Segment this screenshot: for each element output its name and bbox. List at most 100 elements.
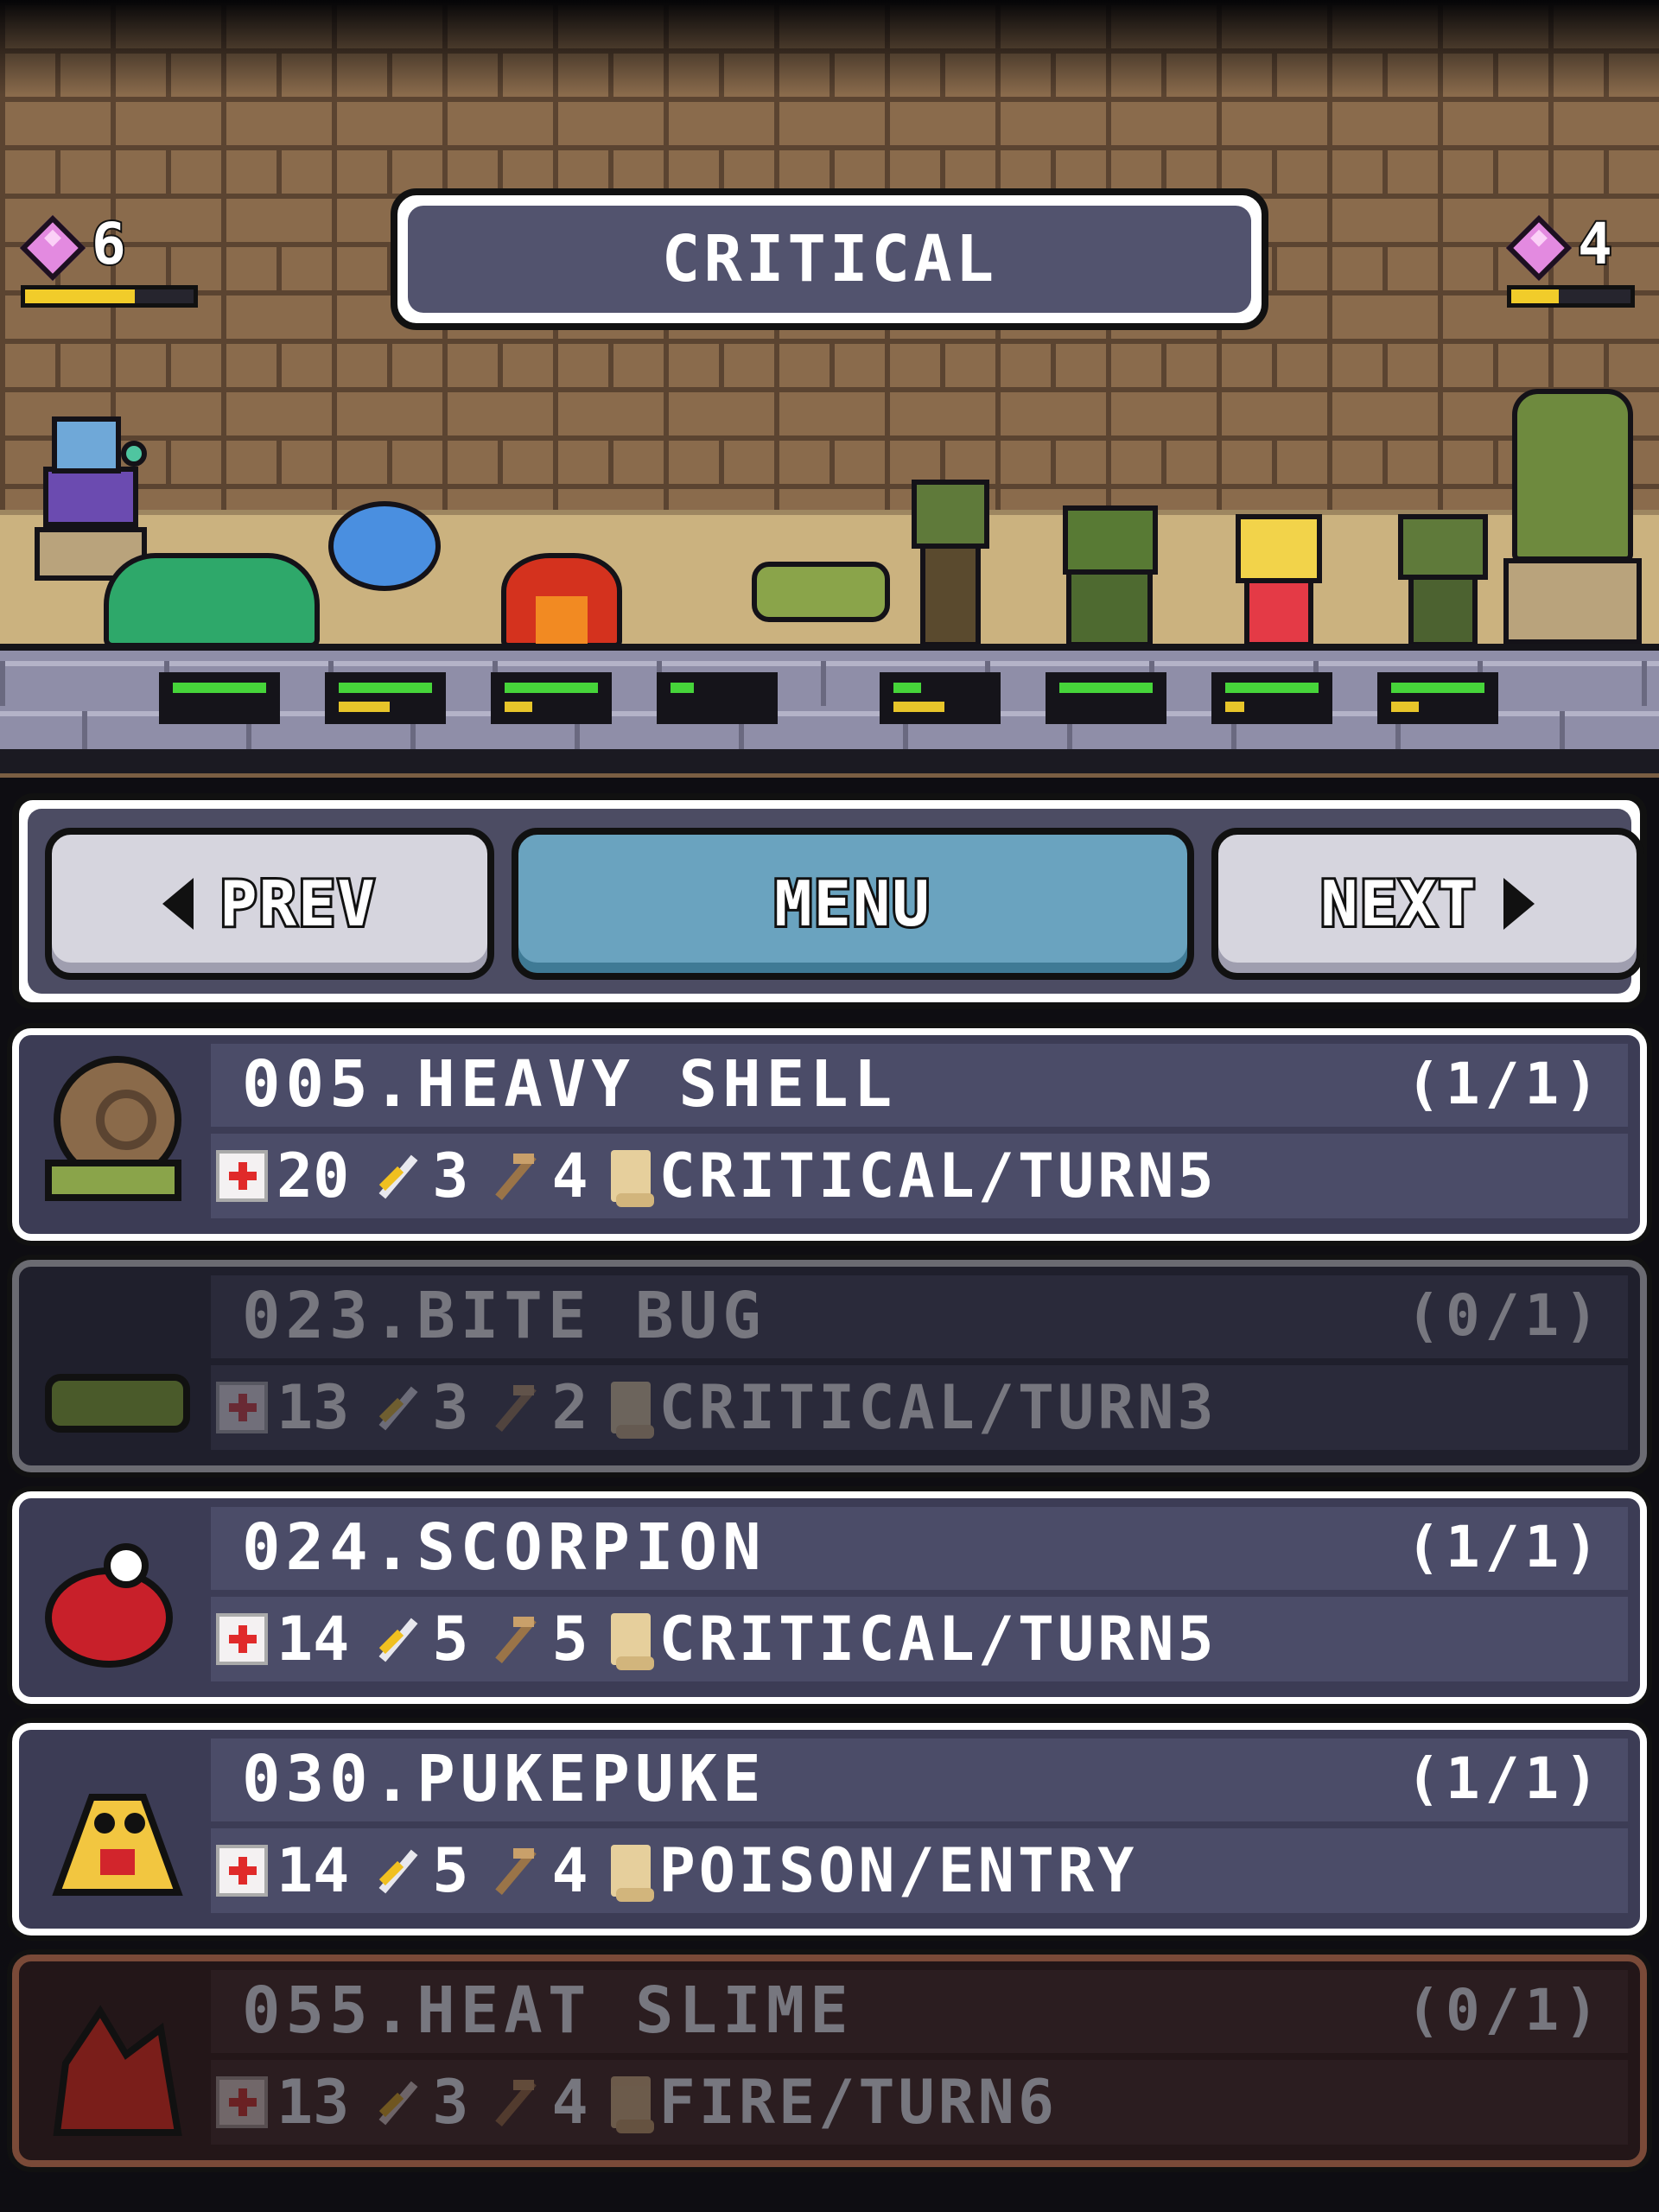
enemy-gem-counter: 4 [1505,209,1654,311]
hp-fill [173,683,266,693]
speed-value: 4 [551,1835,588,1906]
bite-bug-monster [752,527,890,622]
hp-fill [1059,683,1153,693]
fire-slime-monster [501,544,622,648]
monster-hp-bar [325,672,446,724]
speed-value: 4 [551,1141,588,1211]
energy-fill [893,702,945,712]
enemy-gem-bar [1507,285,1635,308]
navigation-panel: PREV MENU NEXT [12,793,1647,1009]
enemy-hp-bar [1377,672,1498,724]
monster-entry-bite-bug[interactable]: 023.BITE BUG (0/1) 13 3 2 CRITICAL/TURN3 [12,1260,1647,1472]
skill-text: CRITICAL/TURN5 [658,1604,1217,1675]
owned-count: (1/1) [1406,1514,1604,1580]
hp-value: 13 [276,1372,350,1443]
goblin-grunt-monster [1391,514,1495,648]
health-cross-icon [216,1150,268,1202]
next-button[interactable]: NEXT [1211,828,1643,980]
speed-value: 4 [551,2067,588,2138]
menu-label: MENU [772,865,931,943]
sword-icon [372,1845,423,1897]
health-cross-icon [216,2076,268,2128]
speed-value: 5 [551,1604,588,1675]
energy-fill [1225,702,1244,712]
owned-count: (0/1) [1406,1282,1604,1349]
monster-entry-pukepuke[interactable]: 030.PUKEPUKE (1/1) 14 5 4 POISON/ENTRY [12,1723,1647,1936]
monster-entry-scorpion[interactable]: 024.SCORPION (1/1) 14 5 5 CRITICAL/TURN5 [12,1491,1647,1704]
enemy-hp-bar [1046,672,1166,724]
monster-name: 055.HEAT SLIME [242,1974,854,2048]
scroll-icon [610,1150,654,1207]
hp-value: 14 [276,1604,350,1675]
gem-icon [1505,214,1573,282]
energy-fill [1391,702,1420,712]
green-slime-monster [104,544,320,648]
skill-text: POISON/ENTRY [658,1835,1138,1906]
skill-title: CRITICAL [661,222,998,296]
hp-fill [893,683,922,693]
hp-value: 14 [276,1835,350,1906]
enemy-hp-bar [1211,672,1332,724]
monster-name: 023.BITE BUG [242,1279,766,1353]
skill-title-banner: CRITICAL [391,188,1268,330]
monster-hp-bar [491,672,612,724]
energy-fill [339,702,391,712]
player-gem-bar-fill [25,289,135,303]
heavy-shell-portrait [31,1051,195,1218]
hp-fill [1225,683,1319,693]
health-cross-icon [216,1382,268,1433]
hp-fill [671,683,694,693]
prev-button[interactable]: PREV [45,828,494,980]
hp-value: 13 [276,2067,350,2138]
monster-name: 030.PUKEPUKE [242,1742,766,1816]
staff-icon [491,1150,543,1202]
blonde-fighter-monster [1227,514,1331,648]
monster-name: 024.SCORPION [242,1510,766,1585]
battle-scene: 6 4 CRITICAL [0,0,1659,778]
prev-label: PREV [217,865,377,943]
attack-value: 3 [432,1372,469,1443]
health-cross-icon [216,1845,268,1897]
sword-icon [372,1382,423,1433]
bite-bug-portrait [31,1282,195,1450]
monster-hp-bar [159,672,280,724]
attack-value: 3 [432,2067,469,2138]
monster-list[interactable]: 005.HEAVY SHELL (1/1) 20 3 4 CRITICAL/TU… [12,1028,1647,2186]
hp-value: 20 [276,1141,350,1211]
scroll-icon [610,2076,654,2133]
sword-icon [372,1613,423,1665]
staff-icon [491,2076,543,2128]
skill-text: CRITICAL/TURN5 [658,1141,1217,1211]
attack-value: 3 [432,1141,469,1211]
scroll-icon [610,1382,654,1439]
monster-name: 005.HEAVY SHELL [242,1047,898,1122]
health-cross-icon [216,1613,268,1665]
energy-fill [505,702,533,712]
scroll-icon [610,1845,654,1902]
attack-value: 5 [432,1835,469,1906]
skill-text: CRITICAL/TURN3 [658,1372,1217,1443]
owned-count: (0/1) [1406,1977,1604,2044]
arrow-left-icon [162,878,194,930]
menu-button[interactable]: MENU [512,828,1194,980]
enemy-hp-bar [880,672,1001,724]
orc-monster [1054,505,1166,648]
scorpion-portrait [31,1514,195,1681]
hp-fill [339,683,432,693]
blue-ghost-monster [320,501,449,596]
owned-count: (1/1) [1406,1745,1604,1812]
monster-entry-heat-slime[interactable]: 055.HEAT SLIME (0/1) 13 3 4 FIRE/TURN6 [12,1955,1647,2167]
staff-icon [491,1382,543,1433]
owned-count: (1/1) [1406,1051,1604,1117]
goblin-monster [903,480,998,648]
staff-icon [491,1613,543,1665]
monster-hp-bar [657,672,778,724]
heat-slime-portrait [31,1977,195,2145]
player-gem-counter: 6 [19,209,202,311]
gem-icon [19,214,86,282]
enemy-gem-count: 4 [1576,209,1614,279]
staff-icon [491,1845,543,1897]
pukepuke-portrait [31,1745,195,1913]
hp-fill [1391,683,1484,693]
monster-entry-heavy-shell[interactable]: 005.HEAVY SHELL (1/1) 20 3 4 CRITICAL/TU… [12,1028,1647,1241]
